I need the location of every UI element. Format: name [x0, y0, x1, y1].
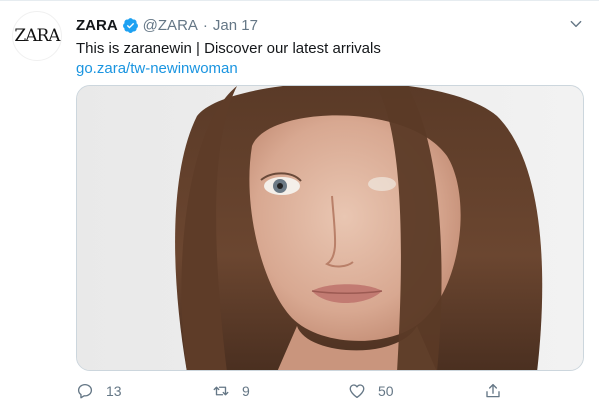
like-button[interactable]: 50 [348, 379, 394, 403]
tweet-header: ZARA @ZARA · Jan 17 [76, 14, 579, 36]
author-handle[interactable]: @ZARA [143, 17, 198, 34]
retweet-count: 9 [242, 383, 250, 399]
like-count: 50 [378, 383, 394, 399]
separator-dot: · [202, 16, 208, 34]
author-name[interactable]: ZARA [76, 17, 118, 34]
chevron-down-icon[interactable] [569, 17, 583, 31]
photo-of-woman-icon [77, 86, 583, 370]
share-icon [486, 383, 500, 398]
share-button[interactable] [484, 379, 514, 403]
tweet-text: This is zaranewin | Discover our latest … [76, 40, 381, 57]
tweet-actions: 13 9 50 [76, 379, 506, 403]
reply-button[interactable]: 13 [76, 379, 122, 403]
retweet-icon [213, 386, 229, 396]
verified-icon [122, 17, 138, 33]
retweet-button[interactable]: 9 [212, 379, 250, 403]
tweet-link[interactable]: go.zara/tw-newinwoman [76, 59, 238, 79]
heart-icon [349, 384, 365, 399]
tweet[interactable]: ZARA ZARA @ZARA · Jan 17 This is zaranew… [0, 0, 599, 420]
reply-icon [77, 383, 93, 399]
reply-count: 13 [106, 383, 122, 399]
tweet-date[interactable]: Jan 17 [213, 17, 258, 34]
avatar[interactable]: ZARA [12, 11, 62, 61]
zara-logo: ZARA [14, 26, 60, 46]
tweet-media-image[interactable] [76, 85, 584, 371]
